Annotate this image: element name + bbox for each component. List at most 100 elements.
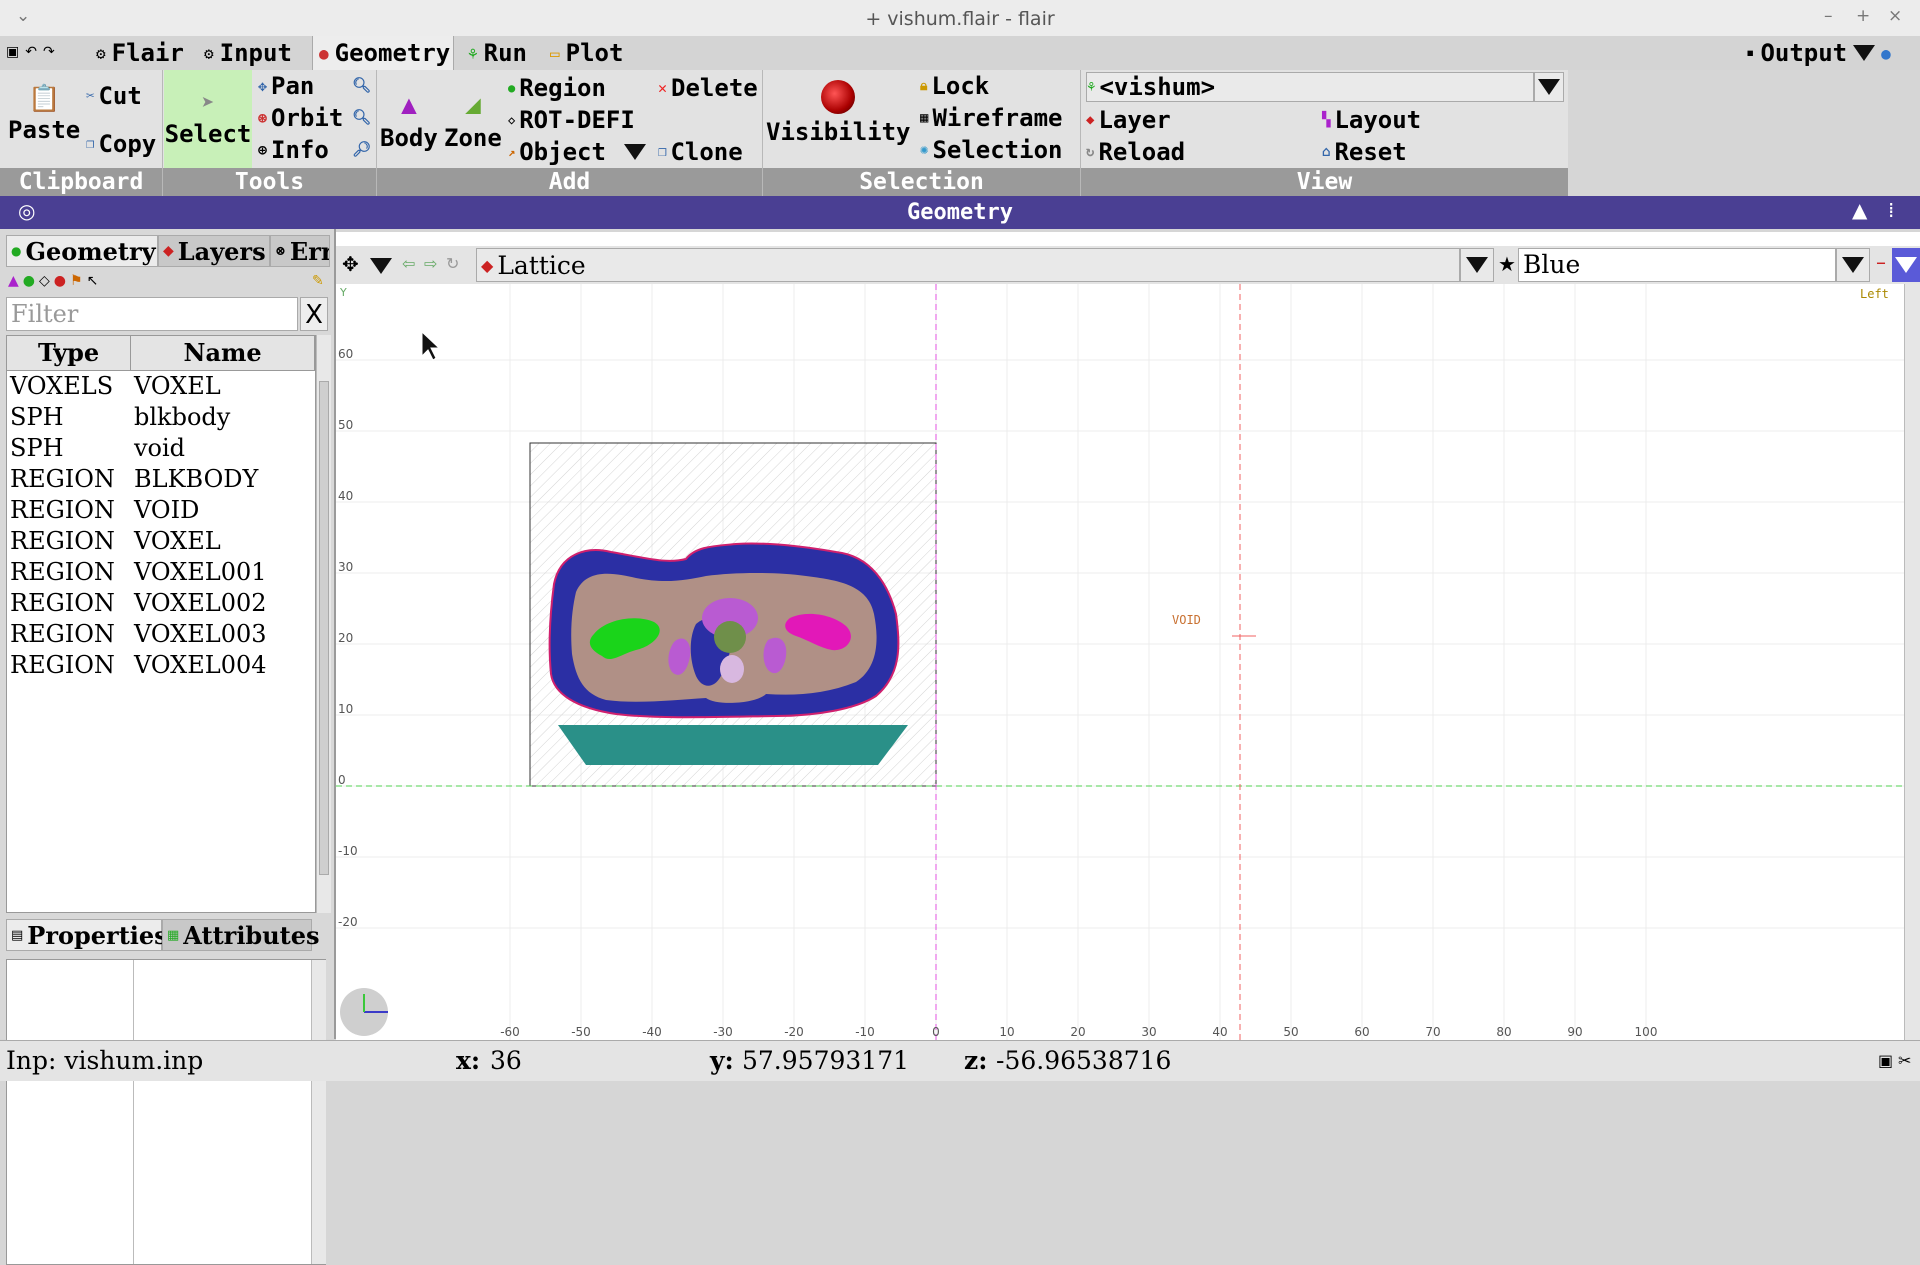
tab-properties[interactable]: ▤ Properties	[6, 919, 168, 951]
chevron-down-icon[interactable]	[1853, 45, 1876, 61]
table-row[interactable]: REGION VOID	[7, 495, 315, 526]
zone-button[interactable]: ◢ Zone	[444, 90, 502, 152]
viewer-menu-dropdown-icon[interactable]	[370, 258, 392, 274]
tab-layers[interactable]: ◆ Layers	[158, 235, 270, 267]
table-row[interactable]: REGION VOXEL	[7, 526, 315, 557]
color-dropdown-button[interactable]	[1836, 248, 1870, 282]
tab-flair[interactable]: ⚙ Flair	[90, 36, 190, 70]
layout-button[interactable]: ▚ Layout	[1322, 106, 1421, 134]
undo-icon[interactable]: ↶	[25, 44, 37, 60]
minus-icon[interactable]: –	[1876, 250, 1886, 274]
table-row[interactable]: REGION VOXEL003	[7, 619, 315, 650]
maximize-button[interactable]: +	[1856, 6, 1870, 26]
zoom-fit-icon[interactable]: 🔎︎	[352, 140, 371, 158]
tab-geometry-list[interactable]: ● Geometry	[6, 235, 158, 267]
table-row[interactable]: REGION VOXEL004	[7, 650, 315, 681]
visibility-button[interactable]: Visibility	[766, 80, 911, 146]
table-scrollbar[interactable]	[316, 335, 331, 913]
help-icon[interactable]: ●	[1881, 44, 1891, 63]
layer-select[interactable]: ◆ Lattice	[476, 248, 1460, 282]
tab-input[interactable]: ⚙ Input	[198, 36, 298, 70]
back-icon[interactable]: ⇦	[402, 254, 415, 273]
layer-button[interactable]: ◆ Layer	[1086, 106, 1171, 134]
star-icon[interactable]: ★	[1498, 252, 1516, 276]
geometry-plot[interactable]: VOID Y Left -60 -50 -40 -30 -20 -10 0 10 20 30 40 5…	[336, 284, 1904, 1040]
color-select[interactable]: Blue	[1518, 248, 1836, 282]
body-button[interactable]: ▲ Body	[380, 90, 438, 152]
table-row[interactable]: REGION VOXEL002	[7, 588, 315, 619]
filter-clear-button[interactable]: X	[300, 297, 328, 331]
filter-input[interactable]: Filter	[6, 297, 298, 331]
rotdefi-button[interactable]: ◇ ROT-DEFI	[508, 106, 635, 134]
project-select[interactable]: ⚘ <vishum>	[1086, 72, 1534, 102]
close-button[interactable]: ×	[1888, 6, 1902, 26]
color-swatch-button[interactable]	[1892, 248, 1920, 282]
region-filter-icon[interactable]: ●	[23, 273, 35, 289]
tab-run[interactable]: ⚘ Run	[462, 36, 533, 70]
region-button[interactable]: ● Region	[508, 74, 606, 102]
material-filter-icon[interactable]: ●	[54, 273, 66, 289]
save-icon[interactable]: ▣	[6, 44, 19, 60]
output-menu[interactable]: ▪ Output ●	[1740, 36, 1897, 70]
minimize-button[interactable]: –	[1824, 6, 1833, 26]
refresh-icon[interactable]: ↻	[446, 254, 459, 273]
object-button[interactable]: ↗ Object	[508, 138, 646, 166]
scrollbar-thumb[interactable]	[319, 381, 329, 875]
properties-scrollbar[interactable]	[311, 960, 326, 1264]
delete-button[interactable]: ✕ Delete	[658, 74, 758, 102]
bladder-region[interactable]	[720, 655, 744, 683]
frame-title: Geometry	[907, 200, 1013, 225]
table-row[interactable]: REGION BLKBODY	[7, 464, 315, 495]
column-name[interactable]: Name	[131, 336, 315, 370]
object-filter-icon[interactable]: ⚑	[70, 273, 83, 289]
zoom-in-icon[interactable]: 🔍︎	[352, 76, 371, 94]
tab-errors[interactable]: ⊗ Erro	[270, 235, 330, 267]
paste-button[interactable]: 📋 Paste	[8, 84, 80, 144]
table-row[interactable]: REGION VOXEL001	[7, 557, 315, 588]
clone-button[interactable]: ❒ Clone	[658, 138, 743, 166]
detach-icon[interactable]: ⁞	[1888, 198, 1894, 222]
teal-table[interactable]	[558, 725, 908, 765]
orbit-button[interactable]: ⊛ Orbit	[258, 104, 343, 132]
z-value: -56.96538716	[996, 1046, 1172, 1075]
tab-plot[interactable]: ▭ Plot	[544, 36, 629, 70]
column-type[interactable]: Type	[7, 336, 132, 370]
x-tick-label: 70	[1425, 1025, 1440, 1039]
tab-geometry[interactable]: ● Geometry	[312, 36, 454, 70]
row-type: REGION	[10, 589, 115, 617]
tab-attributes[interactable]: ▦ Attributes	[162, 919, 320, 951]
reset-button[interactable]: ⌂ Reset	[1322, 138, 1407, 166]
reload-button[interactable]: ↻ Reload	[1086, 138, 1185, 166]
zoom-out-icon[interactable]: 🔍︎	[352, 108, 371, 126]
collapse-icon[interactable]: ▲	[1852, 198, 1867, 222]
wireframe-button[interactable]: ▦ Wireframe	[920, 104, 1062, 132]
zone-filter-icon[interactable]: ◇	[39, 273, 50, 289]
project-dropdown-button[interactable]	[1534, 72, 1564, 102]
orbit-icon: ⊛	[258, 109, 268, 127]
pan-button[interactable]: ✥ Pan	[258, 72, 314, 100]
redo-icon[interactable]: ↷	[43, 44, 55, 60]
lock-button[interactable]: 🔒︎ Lock	[920, 72, 989, 100]
pointer-filter-icon[interactable]: ↖	[87, 273, 99, 289]
viewer-toolbar: ✥ ⇦ ⇨ ↻ ◆ Lattice ★ Blue –	[336, 246, 1920, 285]
info-button[interactable]: ⊕ Info	[258, 136, 329, 164]
table-row[interactable]: VOXELS VOXEL	[7, 371, 315, 402]
view-group-label[interactable]: View	[1081, 168, 1568, 196]
copy-button[interactable]: ❐ Copy	[86, 130, 156, 158]
viewer-menu-icon[interactable]: ✥	[342, 252, 359, 276]
select-button[interactable]: ➤ Select	[164, 70, 252, 168]
layer-dropdown-button[interactable]	[1460, 248, 1494, 282]
screen-icon[interactable]: ▣	[1878, 1043, 1893, 1079]
cut-button[interactable]: ✂ Cut	[86, 82, 142, 110]
forward-icon[interactable]: ⇨	[424, 254, 437, 273]
object-dropdown-icon[interactable]	[623, 144, 646, 160]
olive-organ[interactable]	[714, 621, 746, 653]
selection-button[interactable]: ✺ Selection	[920, 136, 1062, 164]
tools-group-label[interactable]: Tools	[163, 168, 376, 196]
brush-icon[interactable]: ✎	[312, 273, 324, 289]
body-filter-icon[interactable]: ▲	[8, 273, 19, 289]
table-row[interactable]: SPH blkbody	[7, 402, 315, 433]
tools-icon[interactable]: ✂	[1898, 1043, 1911, 1079]
plot-area[interactable]: VOID Y Left -60 -50 -40 -30 -20 -10 0 10 20 30 40 5…	[336, 284, 1904, 1040]
table-row[interactable]: SPH void	[7, 433, 315, 464]
